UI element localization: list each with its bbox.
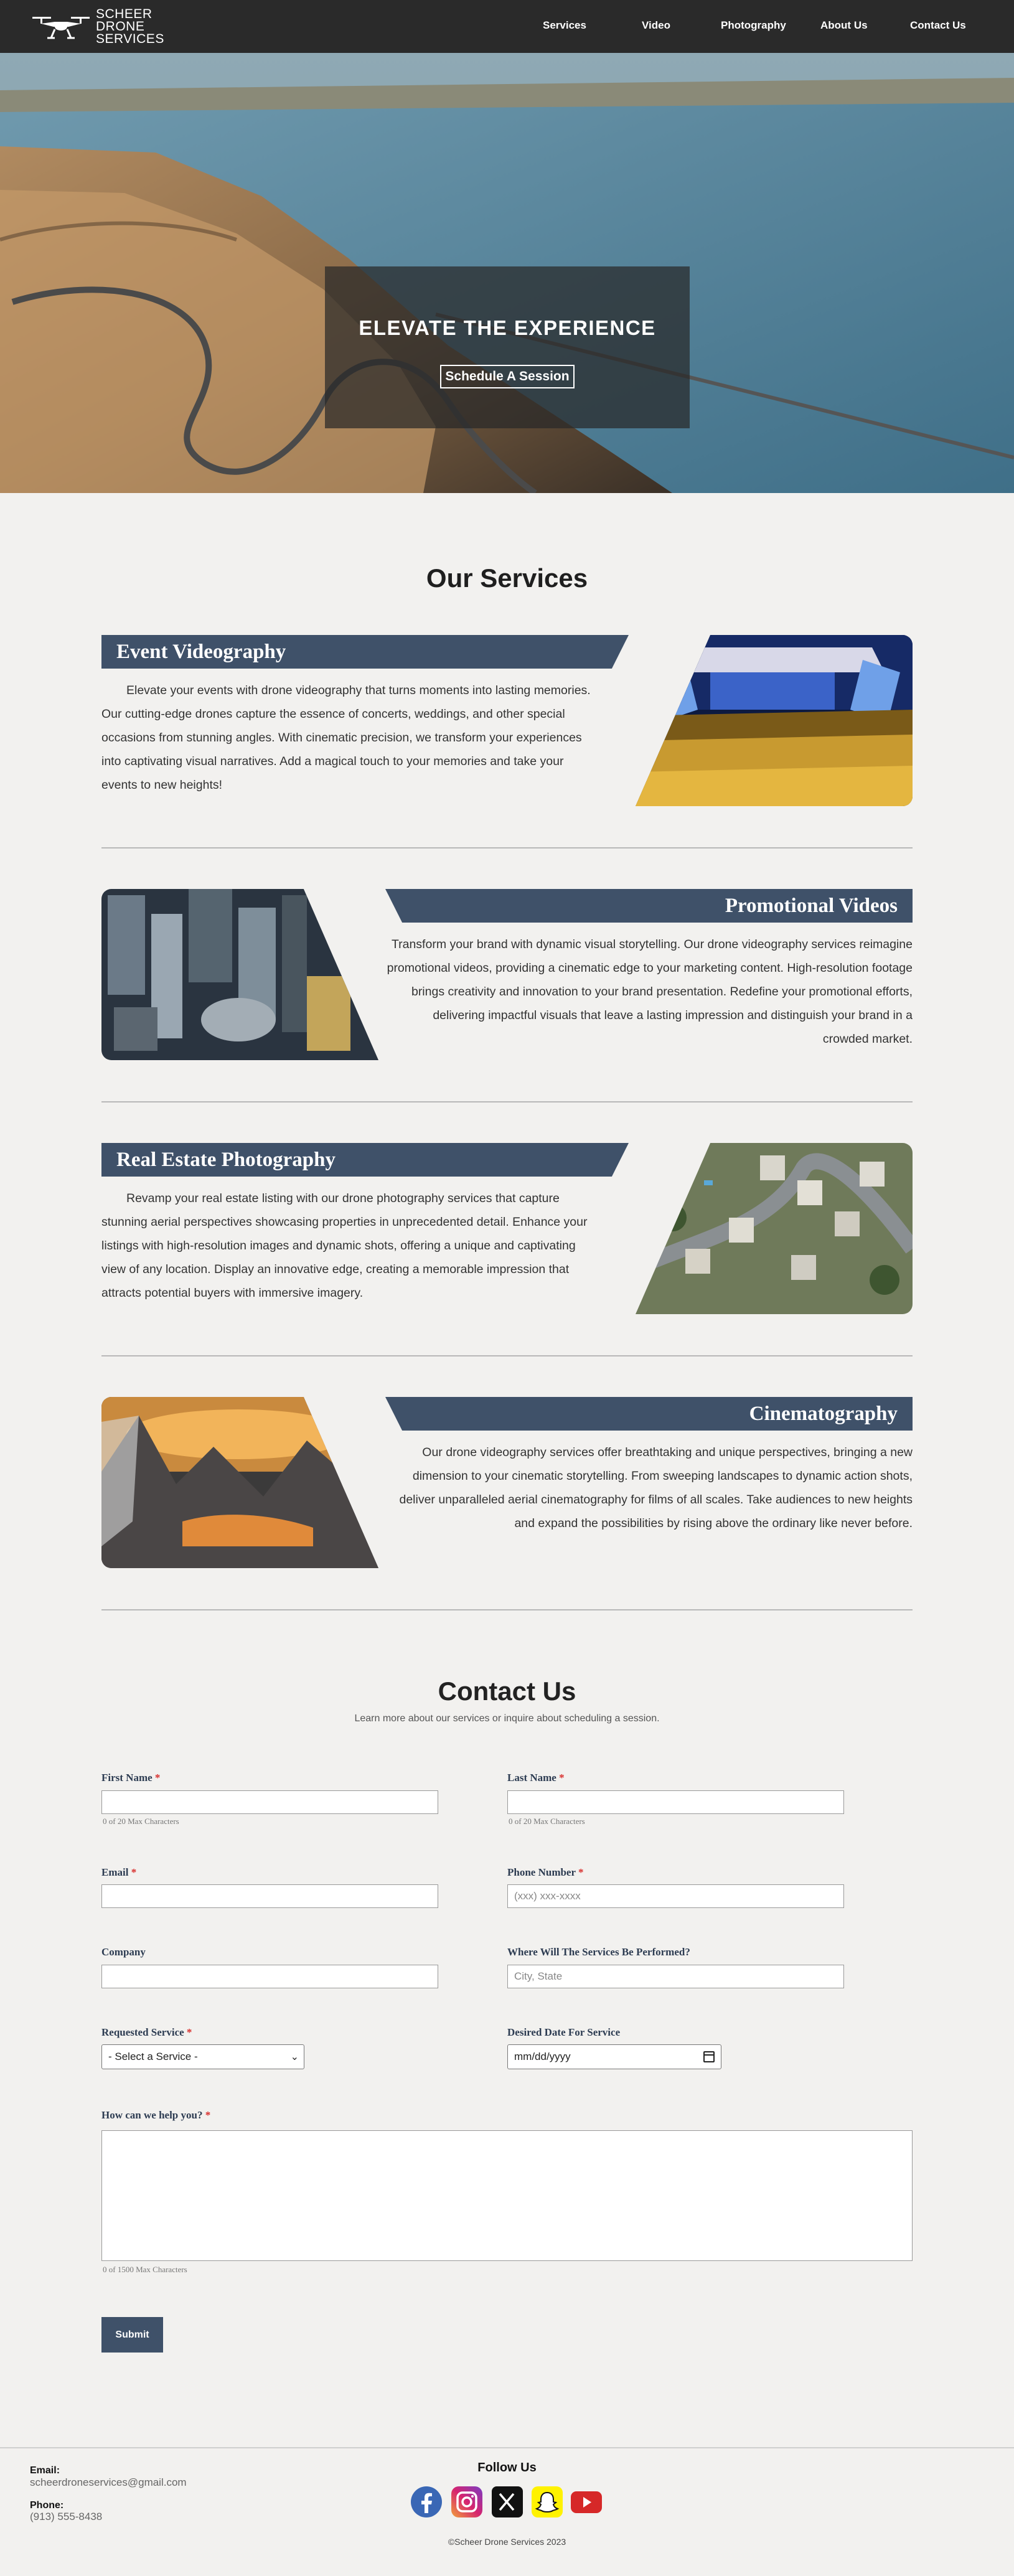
nav-link-contact-us[interactable]: Contact Us bbox=[910, 19, 966, 32]
contact-subtitle: Learn more about our services or inquire… bbox=[354, 1713, 660, 1724]
service-title: Real Estate Photography bbox=[101, 1143, 629, 1177]
location-input[interactable]: City, State bbox=[507, 1965, 844, 1988]
x-icon[interactable] bbox=[491, 2486, 523, 2518]
service-promotional-videos: Promotional Videos Transform your brand … bbox=[101, 889, 913, 1063]
service-description: Revamp your real estate listing with our… bbox=[101, 1192, 588, 1300]
section-divider bbox=[101, 1101, 913, 1102]
facebook-icon[interactable] bbox=[410, 2486, 443, 2518]
service-select[interactable]: - Select a Service - ⌄ bbox=[101, 2044, 304, 2069]
top-navbar: SCHEER DRONE SERVICES Services Video Pho… bbox=[0, 0, 1014, 53]
service-title: Promotional Videos bbox=[385, 889, 913, 923]
nav-link-video[interactable]: Video bbox=[642, 19, 670, 32]
nav-link-about-us[interactable]: About Us bbox=[820, 19, 868, 32]
section-divider bbox=[101, 1355, 913, 1356]
message-char-count: 0 of 1500 Max Characters bbox=[103, 2265, 187, 2274]
service-real-estate-photography: Real Estate Photography Revamp your real… bbox=[101, 1143, 913, 1317]
last-name-input[interactable] bbox=[507, 1790, 844, 1814]
contact-title: Contact Us bbox=[438, 1676, 576, 1706]
footer-email-link[interactable]: scheerdroneservices@gmail.com bbox=[30, 2476, 187, 2489]
schedule-session-button[interactable]: Schedule A Session bbox=[440, 365, 575, 388]
concert-image bbox=[636, 635, 913, 806]
snapchat-icon[interactable] bbox=[531, 2486, 563, 2518]
service-description: Elevate your events with drone videograp… bbox=[101, 684, 591, 792]
youtube-icon[interactable] bbox=[570, 2486, 603, 2518]
follow-us-heading: Follow Us bbox=[477, 2461, 537, 2475]
company-label: Company bbox=[101, 1946, 146, 1958]
first-name-label: First Name * bbox=[101, 1772, 161, 1784]
city-skyline-image bbox=[101, 889, 378, 1060]
service-description: Our drone videography services offer bre… bbox=[399, 1445, 913, 1530]
date-input[interactable]: mm/dd/yyyy bbox=[507, 2044, 721, 2069]
service-cinematography: Cinematography Our drone videography ser… bbox=[101, 1397, 913, 1571]
requested-service-label: Requested Service * bbox=[101, 2026, 192, 2038]
footer-phone-label: Phone: bbox=[30, 2500, 64, 2511]
instagram-icon[interactable] bbox=[451, 2486, 483, 2518]
first-name-input[interactable] bbox=[101, 1790, 438, 1814]
service-description: Transform your brand with dynamic visual… bbox=[387, 938, 913, 1046]
footer-phone-value: (913) 555-8438 bbox=[30, 2511, 103, 2522]
section-divider bbox=[101, 847, 913, 848]
message-textarea[interactable] bbox=[101, 2130, 913, 2261]
section-divider bbox=[101, 1609, 913, 1610]
nav-link-services[interactable]: Services bbox=[543, 19, 586, 32]
nav-link-photography[interactable]: Photography bbox=[721, 19, 786, 32]
last-name-label: Last Name * bbox=[507, 1772, 565, 1784]
location-label: Where Will The Services Be Performed? bbox=[507, 1946, 690, 1958]
hero-overlay-box: ELEVATE THE EXPERIENCE Schedule A Sessio… bbox=[325, 266, 690, 428]
services-title: Our Services bbox=[426, 563, 588, 593]
first-name-char-count: 0 of 20 Max Characters bbox=[103, 1817, 179, 1826]
neighborhood-aerial-image bbox=[636, 1143, 913, 1314]
message-label: How can we help you? * bbox=[101, 2109, 211, 2121]
phone-label: Phone Number * bbox=[507, 1866, 584, 1878]
calendar-icon[interactable] bbox=[703, 2051, 715, 2062]
copyright-text: ©Scheer Drone Services 2023 bbox=[448, 2537, 566, 2547]
company-input[interactable] bbox=[101, 1965, 438, 1988]
chevron-down-icon: ⌄ bbox=[290, 2052, 299, 2062]
service-event-videography: Event Videography Elevate your events wi… bbox=[101, 635, 913, 809]
email-input[interactable] bbox=[101, 1884, 438, 1908]
phone-input[interactable]: (xxx) xxx-xxxx bbox=[507, 1884, 844, 1908]
hero-title: ELEVATE THE EXPERIENCE bbox=[359, 316, 656, 339]
footer-divider bbox=[0, 2447, 1014, 2448]
submit-button[interactable]: Submit bbox=[101, 2317, 163, 2353]
email-label: Email * bbox=[101, 1866, 137, 1878]
service-title: Cinematography bbox=[385, 1397, 913, 1431]
hero-banner: ELEVATE THE EXPERIENCE Schedule A Sessio… bbox=[0, 53, 1014, 493]
desired-date-label: Desired Date For Service bbox=[507, 2026, 621, 2038]
mountain-sunset-image bbox=[101, 1397, 378, 1568]
last-name-char-count: 0 of 20 Max Characters bbox=[509, 1817, 585, 1826]
service-title: Event Videography bbox=[101, 635, 629, 669]
